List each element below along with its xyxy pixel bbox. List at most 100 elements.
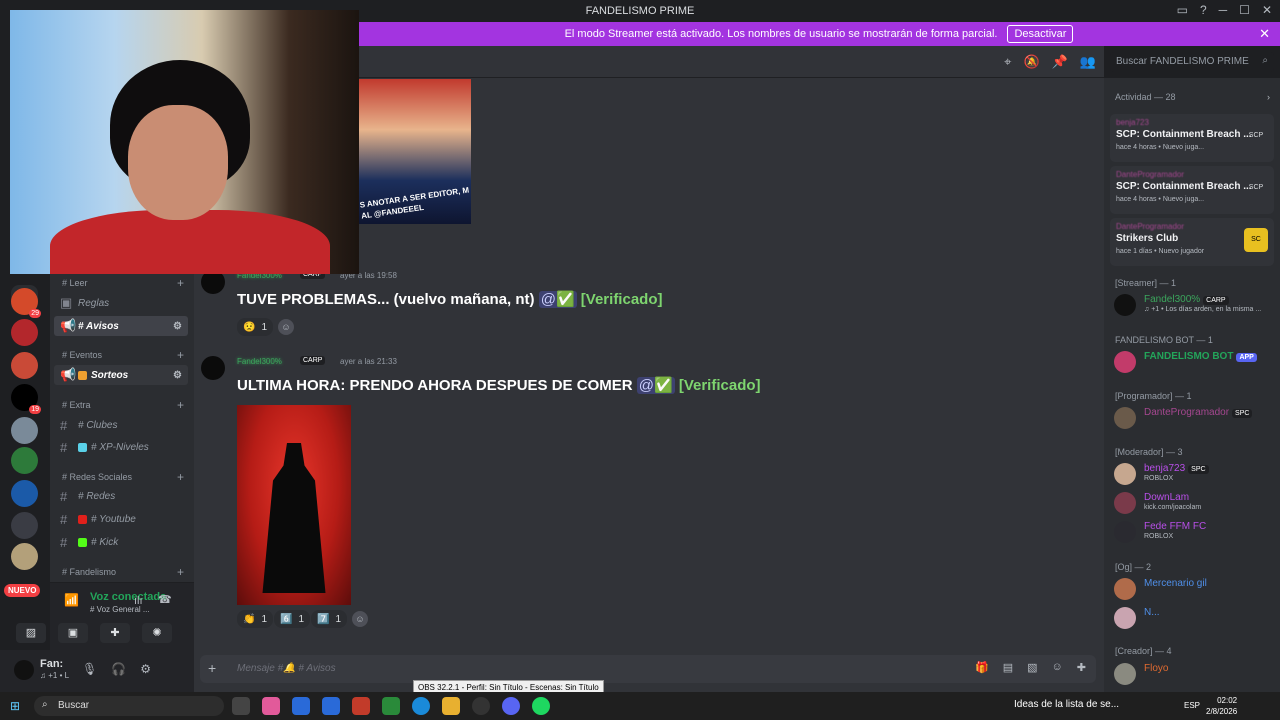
taskbar-search[interactable]: ⌕ Buscar — [34, 696, 224, 716]
add-reaction-icon[interactable]: ☺ — [278, 319, 294, 335]
voice-status[interactable]: Voz conectada — [90, 591, 166, 603]
category-leer[interactable]: # Leer + — [58, 276, 186, 290]
server-icon[interactable] — [11, 480, 38, 507]
category-eventos[interactable]: # Eventos + — [58, 348, 186, 362]
category-fandelismo[interactable]: # Fandelismo + — [58, 565, 186, 579]
channel-avisos[interactable]: 📢 # Avisos ⚙ — [54, 316, 188, 336]
avatar[interactable] — [201, 356, 225, 380]
app-icon[interactable] — [322, 697, 340, 715]
add-channel-icon[interactable]: + — [177, 276, 184, 290]
language-indicator[interactable]: ESP — [1184, 701, 1200, 710]
reaction[interactable]: 7️⃣ 1 — [311, 610, 348, 628]
vscode-icon[interactable] — [292, 697, 310, 715]
server-icon[interactable] — [11, 352, 38, 379]
app-icon[interactable] — [352, 697, 370, 715]
server-icon[interactable]: 29 — [11, 288, 41, 318]
sticker-icon[interactable]: ▧ — [1027, 661, 1037, 674]
maximize-icon[interactable]: ☐ — [1239, 3, 1250, 17]
channel-xp-niveles[interactable]: # # XP-Niveles — [54, 437, 188, 457]
emoji-icon[interactable]: ☺ — [1052, 661, 1063, 674]
settings-icon[interactable]: ⚙ — [173, 321, 182, 332]
file-explorer-icon[interactable] — [442, 697, 460, 715]
channel-youtube[interactable]: # # Youtube — [54, 509, 188, 529]
task-view-icon[interactable] — [232, 697, 250, 715]
attach-icon[interactable]: + — [208, 660, 216, 676]
channel-sorteos[interactable]: 📢 Sorteos ⚙ — [54, 365, 188, 385]
disable-streamer-button[interactable]: Desactivar — [1007, 25, 1074, 43]
member-item[interactable]: Floyo — [1114, 661, 1274, 687]
soundboard-icon[interactable]: ✺ — [142, 623, 172, 643]
member-item[interactable]: Fede FFM FC ROBLOX — [1114, 519, 1274, 545]
headphones-icon[interactable]: 🎧 — [111, 662, 126, 676]
activities-icon[interactable]: ✚ — [100, 623, 130, 643]
activity-card[interactable]: DanteProgramador Strikers Club hace 1 dí… — [1110, 218, 1274, 266]
member-item[interactable]: Fandel300% CARP ♫ +1 • Los días arden, en … — [1114, 292, 1274, 318]
search-input[interactable]: Buscar FANDELISMO PRIME ⌕ — [1110, 52, 1274, 72]
gift-icon[interactable]: 🎁 — [975, 661, 989, 674]
pin-icon[interactable]: 📌 — [1052, 54, 1068, 70]
avatar[interactable] — [14, 660, 34, 680]
notification-preview[interactable]: Ideas de la lista de se... — [1014, 699, 1119, 710]
add-reaction-icon[interactable]: ☺ — [352, 611, 368, 627]
server-icon[interactable] — [11, 512, 38, 539]
noise-suppression-icon[interactable]: ılı — [134, 595, 143, 607]
screen-share-icon[interactable]: ▣ — [58, 623, 88, 643]
member-item[interactable]: DownLam kick.com/joacolam — [1114, 490, 1274, 516]
channel-clubes[interactable]: # # Clubes — [54, 415, 188, 435]
gif-icon[interactable]: ▤ — [1003, 661, 1013, 674]
channel-reglas[interactable]: ▣ Reglas — [54, 293, 188, 313]
help-icon[interactable]: ? — [1200, 3, 1207, 17]
edge-icon[interactable] — [412, 697, 430, 715]
camera-icon[interactable]: ▨ — [16, 623, 46, 643]
disconnect-icon[interactable]: ☎ — [158, 593, 172, 606]
server-icon[interactable] — [11, 543, 38, 570]
message-author[interactable]: Fandel300% — [237, 357, 282, 366]
add-channel-icon[interactable]: + — [177, 470, 184, 484]
clock[interactable]: 02:02 2/8/2026 — [1206, 695, 1237, 717]
server-icon[interactable] — [11, 417, 38, 444]
reaction[interactable]: 6️⃣ 1 — [274, 610, 311, 628]
server-icon[interactable]: 19 — [11, 384, 41, 414]
chevron-right-icon[interactable]: › — [1267, 92, 1270, 102]
threads-icon[interactable]: ⌖ — [1004, 54, 1011, 70]
message-input[interactable]: + Mensaje #🔔 # Avisos 🎁 ▤ ▧ ☺ ✚ — [200, 655, 1096, 683]
activity-card[interactable]: benja723 SCP: Containment Breach ... hac… — [1110, 114, 1274, 162]
apps-icon[interactable]: ✚ — [1077, 661, 1086, 674]
close-icon[interactable]: ✕ — [1259, 26, 1270, 42]
reaction[interactable]: 😟 1 — [237, 318, 274, 336]
category-redes-sociales[interactable]: # Redes Sociales + — [58, 470, 186, 484]
discord-icon[interactable] — [502, 697, 520, 715]
microphone-icon[interactable]: 🎙 — [82, 662, 97, 676]
member-item[interactable]: Mercenario gil — [1114, 576, 1274, 602]
channel-kick[interactable]: # # Kick — [54, 532, 188, 552]
minimize-icon[interactable]: ─ — [1219, 3, 1228, 17]
copilot-icon[interactable] — [262, 697, 280, 715]
add-channel-icon[interactable]: + — [177, 565, 184, 579]
member-item[interactable]: FANDELISMO BOT APP — [1114, 349, 1274, 375]
inbox-icon[interactable]: ▭ — [1177, 3, 1188, 17]
member-item[interactable]: benja723 SPC ROBLOX — [1114, 461, 1274, 487]
category-extra[interactable]: # Extra + — [58, 398, 186, 412]
embed-image[interactable]: S ANOTAR A SER EDITOR, M AL @FANDEEEL — [358, 79, 471, 224]
spotify-icon[interactable] — [532, 697, 550, 715]
mention[interactable]: @✅ — [636, 377, 675, 394]
reaction[interactable]: 👏 1 — [237, 610, 274, 628]
mention[interactable]: @✅ — [538, 291, 577, 308]
channel-redes[interactable]: # # Redes — [54, 486, 188, 506]
member-list-icon[interactable]: 👥 — [1080, 54, 1096, 70]
attachment-image[interactable] — [237, 405, 351, 605]
app-icon[interactable] — [382, 697, 400, 715]
notifications-icon[interactable]: 🔕 — [1023, 54, 1039, 70]
add-channel-icon[interactable]: + — [177, 398, 184, 412]
settings-icon[interactable]: ⚙ — [173, 370, 182, 381]
obs-icon[interactable] — [472, 697, 490, 715]
activity-card[interactable]: DanteProgramador SCP: Containment Breach… — [1110, 166, 1274, 214]
add-channel-icon[interactable]: + — [177, 348, 184, 362]
server-icon[interactable] — [11, 319, 38, 346]
close-window-icon[interactable]: ✕ — [1262, 3, 1272, 17]
server-icon[interactable] — [11, 447, 38, 474]
member-item[interactable]: DanteProgramador SPC — [1114, 405, 1274, 431]
member-item[interactable]: N... — [1114, 605, 1274, 631]
windows-start-icon[interactable]: ⊞ — [10, 699, 20, 713]
settings-icon[interactable]: ⚙ — [140, 662, 151, 676]
